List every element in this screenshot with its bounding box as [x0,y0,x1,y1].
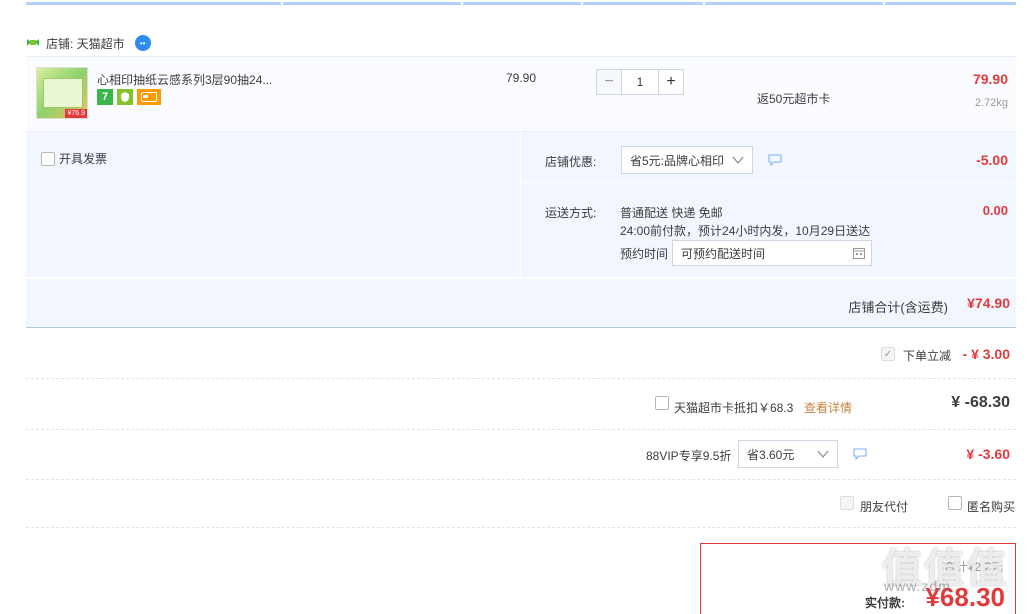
shop-discount-select-value: 省5元:品牌心相印 [630,153,725,168]
order-options-panel: 开具发票 店铺优惠: 省5元:品牌心相印 -5.00 运送方式: 普通配送 快递… [26,132,1016,277]
unit-price: 79.90 [506,71,537,85]
invoice-checkbox[interactable] [41,151,55,166]
rebate-text: 返50元超市卡 [757,92,831,106]
vip-discount-value: ¥ -3.60 [966,446,1010,462]
supermarket-card-detail-link[interactable]: 查看详情 [804,399,852,416]
wangwang-chat-icon[interactable]: •• [134,35,151,51]
appointment-time-placeholder: 可预约配送时间 [681,246,766,261]
shop-discount-label: 店铺优惠: [545,155,597,169]
thumbnail-price-tag: ¥76.9 [65,109,87,118]
shop-total-row: 店铺合计(含运费) ¥74.90 [26,278,1016,328]
quantity-input[interactable]: 1 [622,69,658,95]
vip-discount-select[interactable]: 省3.60元 [738,440,838,468]
seven-day-return-icon[interactable]: 7 [97,89,113,105]
order-discount-checkbox[interactable]: ✓ [881,347,895,361]
shop-discount-amount: -5.00 [976,152,1008,168]
quantity-stepper: − 1 + [596,69,684,95]
supermarket-card-checkbox[interactable] [655,396,669,410]
shop-total-label: 店铺合计(含运费) [848,300,948,315]
shipping-method-text: 普通配送 快递 免邮 [620,206,723,220]
card-payment-icon[interactable] [137,89,161,105]
cart-item-row: ¥76.9 心相印抽纸云感系列3层90抽24... 7 79.90 − 1 + … [26,56,1016,132]
shop-header: 店铺: 天猫超市 •• [26,34,151,52]
shipping-method-label: 运送方式: [545,206,597,220]
shipping-amount: 0.00 [982,203,1008,218]
row-divider [26,479,1016,480]
product-title[interactable]: 心相印抽纸云感系列3层90抽24... [97,71,287,88]
vip-discount-select-value: 省3.60元 [747,447,795,462]
row-divider [26,429,1016,430]
options-vertical-divider [520,132,521,277]
shipping-eta-text: 24:00前付款，预计24小时内发，10月29日送达 [620,224,871,238]
item-total-price: 79.90 [972,71,1008,87]
friend-pay-label: 朋友代付 [860,500,909,514]
watermark-url: www.zdm [884,578,951,594]
supermarket-card-value: ¥ -68.30 [951,394,1010,411]
item-weight: 2.72kg [974,97,1008,109]
shop-discount-select[interactable]: 省5元:品牌心相印 [621,146,753,174]
top-divider-seg [581,2,583,5]
row-divider [26,378,1016,379]
amount-due-label: 实付款: [865,596,905,610]
chevron-down-icon [817,450,829,458]
top-divider-seg [281,2,283,5]
product-thumbnail[interactable]: ¥76.9 [36,67,88,119]
vip-discount-label: 88VIP专享9.5折 [646,449,732,463]
order-discount-label: 下单立减 [903,349,952,363]
row-divider [26,527,1016,528]
shop-total-value: ¥74.90 [967,295,1010,311]
service-badges: 7 [97,89,161,105]
tmall-shop-icon [26,37,40,49]
chat-bubble-icon[interactable] [853,448,867,460]
top-divider-seg [703,2,705,5]
options-horizontal-divider [521,182,1016,183]
order-discount-value: - ¥ 3.00 [962,346,1010,362]
chevron-down-icon [732,156,744,164]
top-divider [26,2,1016,5]
supermarket-card-label: 天猫超市卡抵扣￥68.3 [674,401,794,415]
shop-name[interactable]: 店铺: 天猫超市 [46,35,125,52]
calendar-icon[interactable] [853,247,865,259]
product-package-image [43,78,83,108]
friend-pay-checkbox[interactable] [840,496,854,510]
chat-bubble-icon[interactable] [768,154,782,166]
anonymous-purchase-checkbox[interactable] [948,496,962,510]
guarantee-shield-icon[interactable] [117,89,133,105]
invoice-option[interactable]: 开具发票 [41,150,107,167]
top-divider-seg [883,2,885,5]
invoice-label: 开具发票 [59,152,108,166]
appointment-time-input[interactable]: 可预约配送时间 [672,240,872,266]
quantity-decrease-button[interactable]: − [596,69,622,95]
top-divider-seg [461,2,463,5]
anonymous-purchase-label: 匿名购买 [967,500,1016,514]
appointment-label: 预约时间 [620,247,669,261]
quantity-increase-button[interactable]: + [658,69,684,95]
